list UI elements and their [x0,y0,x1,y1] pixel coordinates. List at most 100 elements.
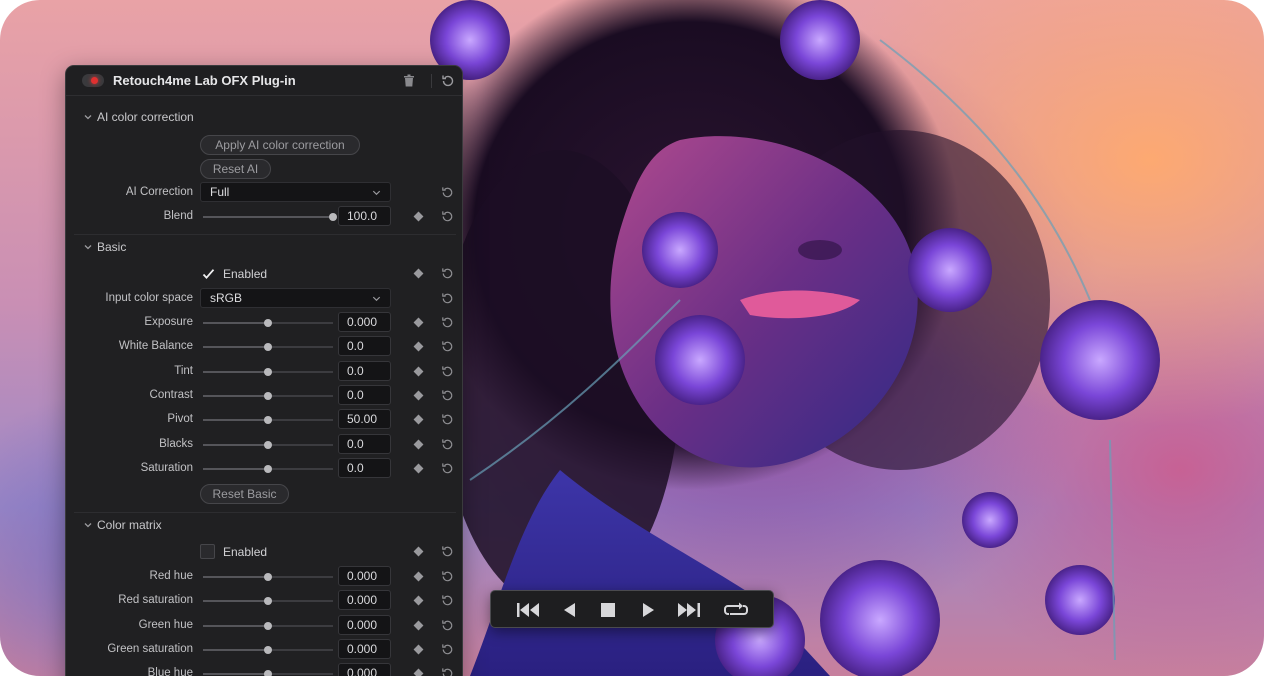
basic-enabled-checkbox[interactable] [200,266,215,281]
slider-knob[interactable] [264,367,272,376]
section-color-matrix[interactable]: Color matrix [66,513,462,537]
keyframe-diamond-icon[interactable] [413,341,424,352]
keyframe-diamond-icon[interactable] [413,211,424,222]
matrix-enabled-checkbox[interactable] [200,544,215,559]
keyframe-diamond-icon[interactable] [413,620,424,631]
reset-icon[interactable] [440,364,455,379]
pivot-value-field[interactable]: 50.00 [338,409,391,430]
tint-value-field[interactable]: 0.0 [338,360,391,381]
reset-icon[interactable] [440,291,455,306]
pivot-slider[interactable] [203,416,333,425]
slider-knob[interactable] [264,464,272,473]
slider-knob[interactable] [264,440,272,449]
apply-ai-color-correction-button[interactable]: Apply AI color correction [200,135,360,155]
play-reverse-icon[interactable] [557,600,583,620]
blend-label: Blend [163,210,193,222]
red-hue-slider[interactable] [203,573,333,581]
basic-enabled-row: Enabled [66,262,462,286]
keyframe-diamond-icon[interactable] [413,644,424,655]
saturation-row: Saturation 0.0 [66,457,462,481]
keyframe-diamond-icon[interactable] [413,414,424,425]
blacks-value-field[interactable]: 0.0 [338,433,391,454]
keyframe-diamond-icon[interactable] [413,390,424,401]
slider-knob[interactable] [264,670,272,676]
reset-icon[interactable] [440,437,455,452]
slider-knob[interactable] [264,621,272,630]
slider-knob[interactable] [264,343,272,352]
red-hue-value-field[interactable]: 0.000 [338,566,391,586]
section-ai-color-correction[interactable]: AI color correction [66,105,462,129]
white-balance-value-field[interactable]: 0.0 [338,336,391,357]
contrast-slider[interactable] [203,391,333,400]
blend-value-field[interactable]: 100.0 [338,206,391,226]
input-color-space-dropdown[interactable]: sRGB [200,288,391,308]
slider-knob[interactable] [264,416,272,425]
reset-icon[interactable] [440,461,455,476]
reset-icon[interactable] [440,73,456,89]
skip-to-start-icon[interactable] [515,600,541,620]
blue-hue-row: Blue hue 0.000 [66,662,462,676]
green-hue-slider[interactable] [203,621,333,630]
keyframe-diamond-icon[interactable] [413,268,424,279]
exposure-slider[interactable] [203,319,333,327]
play-icon[interactable] [635,600,661,620]
red-saturation-slider[interactable] [203,597,333,606]
tint-slider[interactable] [203,367,333,376]
stop-icon[interactable] [595,600,621,620]
keyframe-diamond-icon[interactable] [413,463,424,474]
slider-knob[interactable] [264,645,272,654]
power-toggle-icon[interactable] [82,74,104,87]
reset-icon[interactable] [440,209,455,224]
white-balance-slider[interactable] [203,343,333,352]
saturation-slider[interactable] [203,464,333,473]
white-balance-label: White Balance [118,340,193,353]
reset-icon[interactable] [440,569,455,584]
keyframe-diamond-icon[interactable] [413,439,424,449]
reset-icon[interactable] [440,593,455,608]
green-saturation-slider[interactable] [203,645,333,654]
reset-icon[interactable] [440,185,455,200]
loop-icon[interactable] [723,600,749,620]
input-color-space-row: Input color space sRGB [66,287,462,311]
skip-to-end-icon[interactable] [676,600,702,620]
keyframe-diamond-icon[interactable] [413,546,424,557]
slider-knob[interactable] [329,213,337,221]
reset-icon[interactable] [440,266,455,281]
contrast-value-field[interactable]: 0.0 [338,384,391,405]
reset-basic-button[interactable]: Reset Basic [200,484,289,504]
green-saturation-value-field[interactable]: 0.000 [338,638,391,659]
keyframe-diamond-icon[interactable] [413,317,424,328]
green-hue-row: Green hue 0.000 [66,614,462,638]
saturation-value-field[interactable]: 0.0 [338,457,391,478]
slider-knob[interactable] [264,597,272,606]
blue-hue-slider[interactable] [203,670,333,676]
slider-knob[interactable] [264,319,272,327]
ai-correction-dropdown[interactable]: Full [200,182,391,202]
blue-hue-value-field[interactable]: 0.000 [338,663,391,676]
reset-icon[interactable] [440,618,455,633]
reset-icon[interactable] [440,544,455,559]
reset-icon[interactable] [440,642,455,657]
checkmark-icon [202,269,215,280]
panel-title: Retouch4me Lab OFX Plug-in [113,73,296,88]
keyframe-diamond-icon[interactable] [413,366,424,377]
reset-icon[interactable] [440,412,455,427]
red-saturation-value-field[interactable]: 0.000 [338,590,391,611]
panel-header: Retouch4me Lab OFX Plug-in [66,66,462,96]
section-basic[interactable]: Basic [66,235,462,259]
keyframe-diamond-icon[interactable] [413,595,424,606]
keyframe-diamond-icon[interactable] [413,668,424,676]
slider-knob[interactable] [264,391,272,400]
trash-icon[interactable] [401,73,417,89]
green-hue-value-field[interactable]: 0.000 [338,614,391,635]
reset-icon[interactable] [440,339,455,354]
reset-icon[interactable] [440,315,455,330]
blacks-slider[interactable] [203,440,333,449]
reset-ai-button[interactable]: Reset AI [200,159,271,179]
reset-icon[interactable] [440,666,455,676]
keyframe-diamond-icon[interactable] [413,571,424,582]
slider-knob[interactable] [264,573,272,581]
reset-icon[interactable] [440,388,455,403]
exposure-value-field[interactable]: 0.000 [338,312,391,332]
blend-slider[interactable] [203,213,337,221]
